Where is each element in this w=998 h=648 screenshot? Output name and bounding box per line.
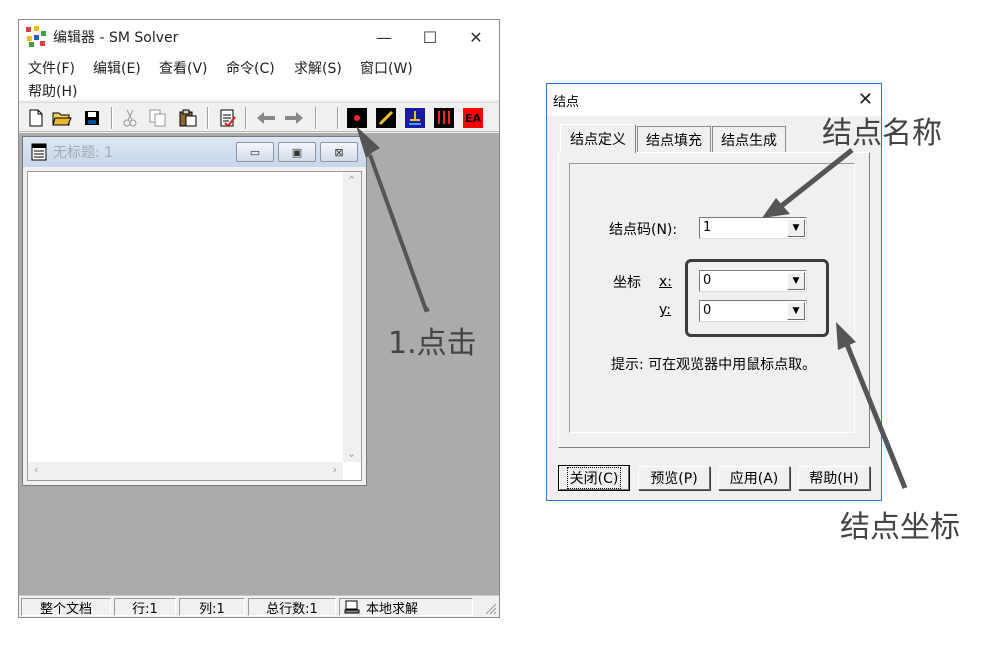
status-scope: 整个文档 (21, 598, 111, 617)
help-button[interactable]: 帮助(H) (798, 466, 870, 490)
minimize-button[interactable]: — (361, 20, 407, 54)
annotation-node-coords: 结点坐标 (840, 510, 960, 545)
chevron-down-icon[interactable]: ▼ (787, 219, 805, 237)
new-document-icon[interactable] (25, 107, 47, 129)
tab-node-fill[interactable]: 结点填充 (637, 126, 711, 152)
status-solve-mode-label: 本地求解 (366, 601, 419, 617)
status-total-lines: 总行数:1 (248, 598, 336, 617)
ea-icon[interactable]: EA (462, 107, 484, 129)
child-window-title: 无标题: 1 (53, 145, 114, 161)
child-close-button[interactable]: ⊠ (320, 142, 358, 162)
check-document-icon[interactable] (217, 107, 239, 129)
maximize-button[interactable]: ☐ (407, 20, 453, 54)
child-minimize-button[interactable]: ▭ (236, 142, 274, 162)
paste-icon[interactable] (177, 107, 199, 129)
back-arrow-icon[interactable] (255, 107, 277, 129)
app-icon (25, 26, 47, 48)
status-column: 列:1 (179, 598, 245, 617)
element-icon[interactable] (375, 107, 397, 129)
toolbar-separator (207, 107, 209, 129)
node-code-label: 结点码(N): (609, 222, 678, 238)
document-icon (31, 143, 47, 161)
status-line: 行:1 (114, 598, 176, 617)
status-solve-mode: 本地求解 (339, 598, 473, 617)
dialog-title: 结点 (553, 94, 580, 110)
close-button[interactable]: ✕ (453, 20, 499, 54)
menu-window[interactable]: 窗口(W) (360, 58, 413, 78)
window-title: 编辑器 - SM Solver (53, 30, 179, 46)
status-bar: 整个文档 行:1 列:1 总行数:1 本地求解 (19, 595, 499, 617)
y-label: y: (659, 302, 671, 318)
horizontal-scrollbar[interactable]: ‹ › (28, 462, 343, 480)
menu-file[interactable]: 文件(F) (28, 58, 75, 78)
tab-node-generate[interactable]: 结点生成 (712, 126, 786, 152)
hint-text: 提示: 可在观览器中用鼠标点取。 (611, 357, 817, 373)
dialog-close-button[interactable]: ✕ (858, 89, 873, 110)
ea-icon-text: EA (464, 111, 482, 125)
x-label: x: (659, 274, 673, 290)
menu-solve[interactable]: 求解(S) (294, 58, 342, 78)
close-dialog-button-label: 关闭(C) (566, 467, 622, 489)
save-disk-icon[interactable] (81, 107, 103, 129)
child-restore-button[interactable]: ▣ (278, 142, 316, 162)
toolbar-separator (111, 107, 113, 129)
node-code-combo[interactable]: 1 ▼ (699, 217, 807, 239)
menu-help[interactable]: 帮助(H) (28, 81, 77, 101)
coord-label: 坐标 (613, 275, 641, 291)
forward-arrow-icon[interactable] (283, 107, 305, 129)
scroll-down-icon[interactable]: ⌄ (347, 447, 356, 460)
editor-text-area[interactable]: ⌃ ⌄ ‹ › (27, 171, 362, 481)
vertical-scrollbar[interactable]: ⌃ ⌄ (343, 172, 361, 462)
load-icon[interactable] (433, 107, 455, 129)
apply-button[interactable]: 应用(A) (718, 466, 790, 490)
scroll-left-icon[interactable]: ‹ (34, 463, 38, 476)
tab-node-definition[interactable]: 结点定义 (560, 124, 636, 153)
mdi-client-area: 无标题: 1 ▭ ▣ ⊠ ⌃ ⌄ ‹ › (19, 133, 499, 595)
annotation-node-name: 结点名称 (822, 116, 942, 151)
copy-icon[interactable] (147, 107, 169, 129)
scroll-up-icon[interactable]: ⌃ (347, 174, 356, 187)
toolbar-separator (337, 107, 339, 129)
toolbar: EA (19, 102, 499, 132)
open-folder-icon[interactable] (51, 107, 73, 129)
coordinate-highlight-box (685, 259, 829, 337)
computer-icon (344, 600, 360, 614)
close-dialog-button[interactable]: 关闭(C) (558, 465, 630, 491)
menu-view[interactable]: 查看(V) (159, 58, 208, 78)
toolbar-separator (315, 107, 317, 129)
toolbar-separator (245, 107, 247, 129)
menu-command[interactable]: 命令(C) (226, 58, 275, 78)
cut-icon[interactable] (119, 107, 141, 129)
annotation-click: 1.点击 (388, 326, 477, 361)
preview-button[interactable]: 预览(P) (638, 466, 710, 490)
node-icon[interactable] (346, 107, 368, 129)
support-icon[interactable] (404, 107, 426, 129)
resize-grip-icon[interactable] (483, 601, 497, 615)
title-bar[interactable]: 编辑器 - SM Solver — ☐ ✕ (19, 20, 499, 54)
node-code-value: 1 (703, 220, 712, 235)
menu-bar: 文件(F) 编辑(E) 查看(V) 命令(C) 求解(S) 窗口(W) 帮助(H… (19, 54, 499, 100)
menu-edit[interactable]: 编辑(E) (93, 58, 141, 78)
scroll-right-icon[interactable]: › (333, 463, 337, 476)
child-document-window: 无标题: 1 ▭ ▣ ⊠ ⌃ ⌄ ‹ › (22, 136, 367, 486)
